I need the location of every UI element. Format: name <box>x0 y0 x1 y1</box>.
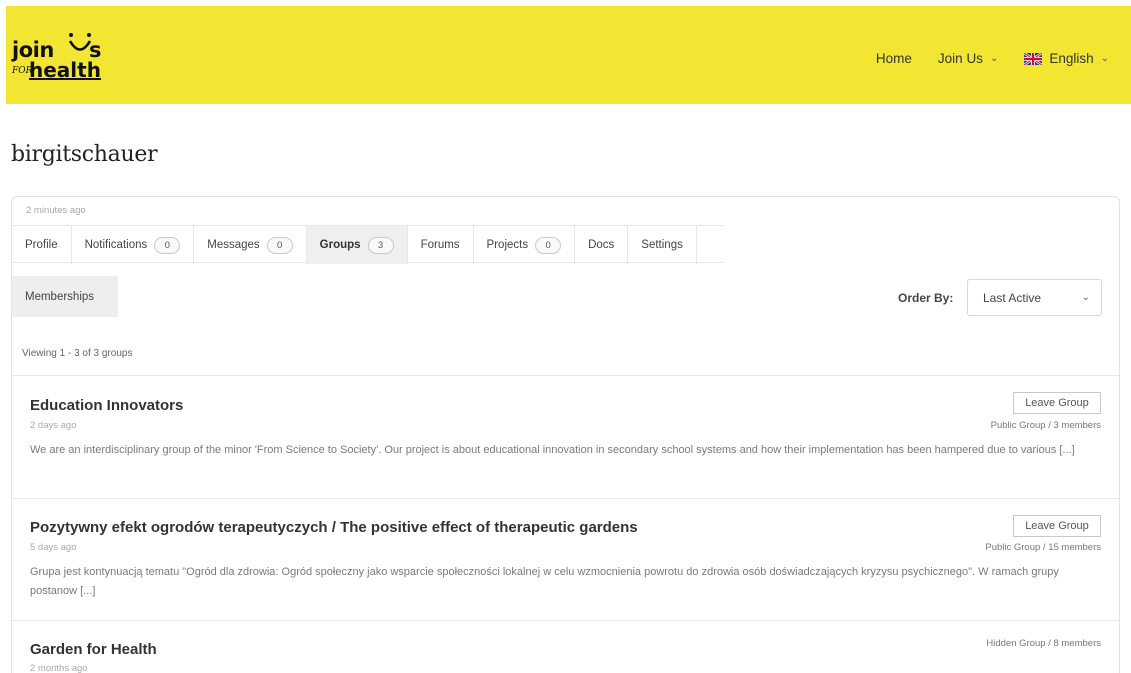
tab-label: Settings <box>641 239 683 251</box>
page-title: birgitschauer <box>11 142 158 167</box>
group-name-link[interactable]: Education Innovators <box>30 397 183 414</box>
group-description: Grupa jest kontynuacją tematu "Ogród dla… <box>30 566 1059 597</box>
tab-groups[interactable]: Groups 3 <box>306 226 408 264</box>
group-item: Pozytywny efekt ogrodów terapeutyczych /… <box>12 498 1119 620</box>
tab-projects[interactable]: Projects 0 <box>474 226 576 264</box>
tab-label: Profile <box>25 239 58 251</box>
group-item: Garden for Health 2 months ago Hidden Gr… <box>12 620 1119 673</box>
uk-flag-icon <box>1024 52 1043 65</box>
nav-home[interactable]: Home <box>876 51 912 66</box>
group-meta: Public Group / 15 members <box>985 542 1101 553</box>
language-switcher[interactable]: English ⌄ <box>1024 51 1109 66</box>
group-item: Education Innovators 2 days ago Leave Gr… <box>12 375 1119 498</box>
subnav-label: Memberships <box>25 290 95 303</box>
chevron-down-icon: ⌄ <box>989 53 999 64</box>
tab-label: Forums <box>420 239 460 251</box>
order-by-value: Last Active <box>983 290 1042 305</box>
chevron-down-icon: ⌄ <box>1081 292 1090 303</box>
tab-settings[interactable]: Settings <box>628 226 697 264</box>
chevron-down-icon: ⌄ <box>1100 53 1109 64</box>
leave-group-button[interactable]: Leave Group <box>1013 515 1101 537</box>
language-label: English <box>1049 51 1094 66</box>
group-meta: Public Group / 3 members <box>990 420 1101 431</box>
last-activity: 2 minutes ago <box>26 205 86 216</box>
group-last-active: 5 days ago <box>30 542 77 553</box>
subnav-memberships[interactable]: Memberships <box>12 276 118 317</box>
pagination-count: Viewing 1 - 3 of 3 groups <box>22 348 133 359</box>
tab-notifications[interactable]: Notifications 0 <box>72 226 195 264</box>
group-meta: Hidden Group / 8 members <box>986 638 1101 649</box>
group-last-active: 2 months ago <box>30 663 88 673</box>
tab-forums[interactable]: Forums <box>408 226 474 264</box>
tab-docs[interactable]: Docs <box>575 226 629 264</box>
tab-label: Groups <box>319 239 361 251</box>
site-header: join s FOR health Home Join Us ⌄ English… <box>6 6 1131 104</box>
tab-label: Projects <box>486 239 529 251</box>
member-profile-card: 2 minutes ago Profile Notifications 0 Me… <box>11 196 1120 673</box>
nav-home-label: Home <box>875 51 912 66</box>
order-by-label: Order By: <box>898 291 954 305</box>
tab-label: Docs <box>588 239 615 251</box>
tab-messages[interactable]: Messages 0 <box>194 226 307 264</box>
leave-group-button[interactable]: Leave Group <box>1013 392 1101 414</box>
join-us-for-health-logo[interactable]: join s FOR health <box>12 24 122 86</box>
tab-label: Notifications <box>84 239 148 251</box>
group-name-link[interactable]: Garden for Health <box>30 641 157 658</box>
group-last-active: 2 days ago <box>30 420 77 431</box>
nav-join-us-label: Join Us <box>937 51 983 66</box>
count-badge: 0 <box>266 236 293 254</box>
profile-tabs: Profile Notifications 0 Messages 0 Group… <box>12 225 724 264</box>
nav-join-us[interactable]: Join Us ⌄ <box>938 51 998 66</box>
count-badge: 0 <box>535 236 562 254</box>
logo-text-health: health <box>29 58 101 82</box>
main-navigation: Home Join Us ⌄ English ⌄ <box>850 51 1109 66</box>
order-by-select[interactable]: Last Active ⌄ <box>967 279 1102 316</box>
count-badge: 3 <box>367 236 394 254</box>
count-badge: 0 <box>154 236 181 254</box>
tab-profile[interactable]: Profile <box>12 226 72 264</box>
group-name-link[interactable]: Pozytywny efekt ogrodów terapeutyczych /… <box>30 519 638 536</box>
group-description: We are an interdisciplinary group of the… <box>30 444 1075 456</box>
tab-label: Messages <box>207 239 260 251</box>
